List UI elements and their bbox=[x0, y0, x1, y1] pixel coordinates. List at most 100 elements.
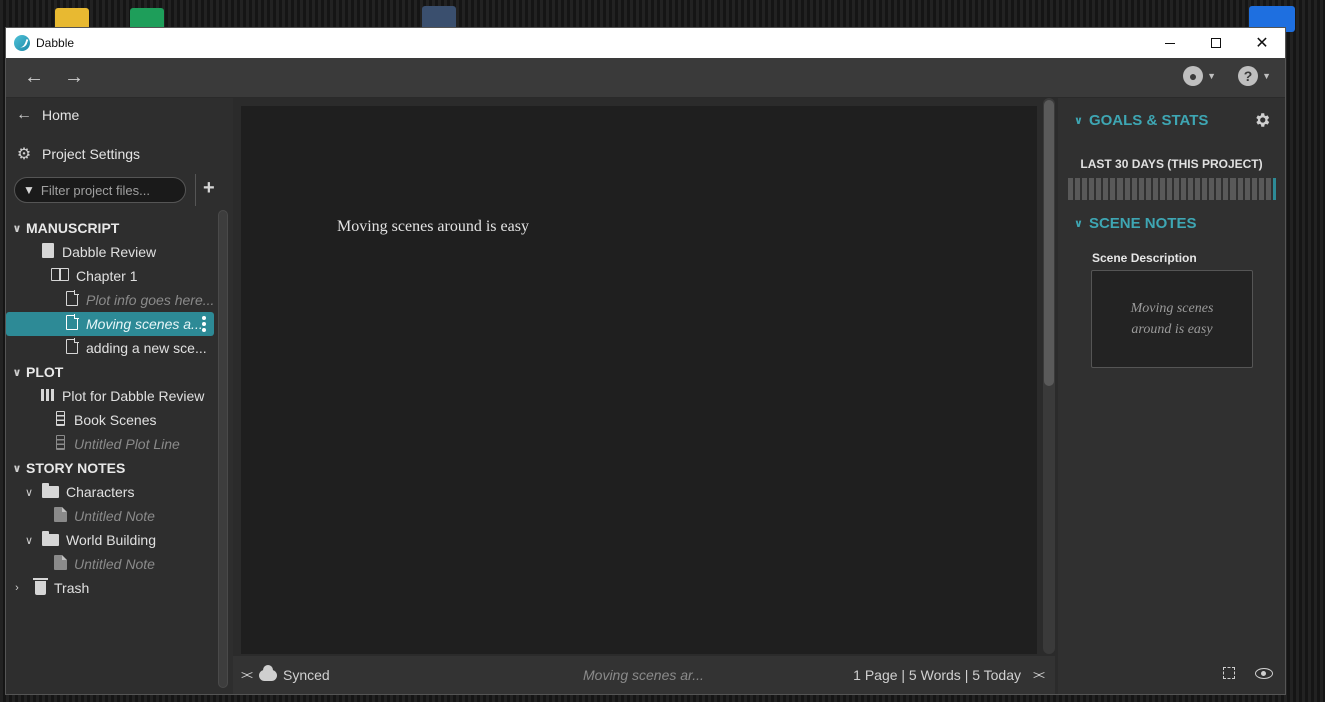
tree-item-scene[interactable]: adding a new sce... bbox=[64, 336, 207, 360]
help-circle-icon: ? bbox=[1238, 66, 1259, 86]
top-toolbar: ← → ● ▼ ? ▼ bbox=[6, 58, 1285, 98]
tree-item-scene-selected[interactable]: Moving scenes a... bbox=[6, 312, 214, 336]
right-panel: ∨ GOALS & STATS LAST 30 DAYS (THIS PROJE… bbox=[1058, 98, 1285, 694]
note-icon bbox=[52, 555, 68, 573]
chevron-right-icon: › bbox=[15, 582, 19, 594]
folder-icon bbox=[40, 530, 60, 549]
tree-item-chapter[interactable]: Chapter 1 bbox=[50, 264, 137, 288]
chevron-down-icon: ∨ bbox=[24, 486, 34, 499]
tree-item-folder[interactable]: ∨ World Building bbox=[22, 528, 156, 552]
home-label: Home bbox=[42, 107, 80, 123]
tree-item-label: Plot for Dabble Review bbox=[62, 388, 205, 404]
home-link[interactable]: ← Home bbox=[16, 106, 79, 124]
document-icon bbox=[64, 290, 80, 309]
preview-button[interactable] bbox=[1255, 666, 1273, 682]
chevron-down-icon: ▼ bbox=[1207, 71, 1217, 81]
scrollbar-thumb[interactable] bbox=[1044, 100, 1054, 386]
scene-notes-header[interactable]: ∨ SCENE NOTES bbox=[1074, 215, 1196, 232]
scene-description-text: Moving scenes around is easy bbox=[1130, 301, 1214, 337]
tree-item-note[interactable]: Untitled Note bbox=[52, 552, 155, 576]
scene-description-field[interactable]: Moving scenes around is easy bbox=[1091, 270, 1253, 368]
minimize-icon bbox=[1165, 42, 1175, 44]
chevron-down-icon: ∨ bbox=[12, 222, 22, 235]
tree-item-plot-line[interactable]: Untitled Plot Line bbox=[52, 432, 180, 456]
help-menu-button[interactable]: ? ▼ bbox=[1238, 66, 1271, 86]
tree-section-manuscript[interactable]: ∨ MANUSCRIPT bbox=[10, 216, 120, 240]
scene-description-label: Scene Description bbox=[1092, 251, 1197, 265]
window-controls: ✕ bbox=[1147, 28, 1285, 58]
editor-scrollbar[interactable] bbox=[1043, 98, 1055, 654]
goals-stats-title: GOALS & STATS bbox=[1088, 112, 1209, 129]
tree-item-book[interactable]: Dabble Review bbox=[40, 240, 156, 264]
tree-item-folder[interactable]: ∨ Characters bbox=[22, 480, 134, 504]
chevron-down-icon: ∨ bbox=[12, 462, 22, 475]
panel-footer bbox=[1223, 666, 1273, 682]
tree-section-plot[interactable]: ∨ PLOT bbox=[10, 360, 64, 384]
status-bar: >< Synced Moving scenes ar... 1 Page | 5… bbox=[233, 656, 1055, 694]
word-stats[interactable]: 1 Page | 5 Words | 5 Today bbox=[853, 667, 1021, 683]
tree-item-label: Untitled Plot Line bbox=[74, 436, 180, 452]
minimize-button[interactable] bbox=[1147, 28, 1193, 58]
chevron-down-icon: ∨ bbox=[1074, 218, 1083, 230]
tree-item-label: Dabble Review bbox=[62, 244, 157, 260]
folder-icon bbox=[40, 482, 60, 501]
arrow-left-icon: ← bbox=[16, 106, 32, 123]
more-options-icon[interactable] bbox=[202, 316, 206, 332]
trash-icon bbox=[32, 577, 48, 598]
goals-settings-button[interactable] bbox=[1253, 111, 1271, 134]
tree-item-label: Untitled Note bbox=[74, 508, 155, 524]
back-button[interactable]: ← bbox=[14, 66, 54, 89]
tree-item-label: Book Scenes bbox=[74, 412, 157, 428]
project-settings-link[interactable]: ⚙ Project Settings bbox=[16, 144, 140, 164]
gear-icon bbox=[1256, 113, 1270, 127]
goals-stats-header[interactable]: ∨ GOALS & STATS bbox=[1074, 112, 1208, 129]
section-label: PLOT bbox=[26, 364, 64, 380]
editor-content[interactable]: Moving scenes around is easy bbox=[337, 218, 529, 236]
goals-subtitle: LAST 30 DAYS (THIS PROJECT) bbox=[1080, 157, 1263, 171]
eye-icon bbox=[1255, 668, 1273, 679]
app-window: Dabble ✕ ← → ● ▼ ? ▼ ← Home ⚙ Project Se… bbox=[6, 28, 1285, 694]
tree-item-label: Trash bbox=[54, 580, 90, 596]
filter-input[interactable] bbox=[40, 182, 181, 198]
document-title: Moving scenes ar... bbox=[583, 667, 704, 683]
tree-section-story-notes[interactable]: ∨ STORY NOTES bbox=[10, 456, 126, 480]
plot-line-icon bbox=[52, 435, 68, 453]
tree-item-plot-line[interactable]: Book Scenes bbox=[52, 408, 157, 432]
section-label: STORY NOTES bbox=[26, 460, 126, 476]
add-file-button[interactable]: + bbox=[203, 177, 215, 200]
collapse-sidebar-button[interactable]: >< bbox=[233, 668, 259, 682]
dabble-logo-icon bbox=[14, 35, 30, 51]
chevron-down-icon: ∨ bbox=[1074, 115, 1083, 127]
tree-item-label: Plot info goes here... bbox=[86, 292, 215, 308]
chevron-down-icon: ∨ bbox=[24, 534, 34, 547]
close-button[interactable]: ✕ bbox=[1239, 28, 1285, 58]
window-title: Dabble bbox=[36, 36, 75, 50]
divider bbox=[195, 174, 196, 206]
document-icon bbox=[64, 314, 80, 333]
tree-item-plot-board[interactable]: Plot for Dabble Review bbox=[40, 384, 204, 408]
editor-area: Moving scenes around is easy >< Synced M… bbox=[233, 98, 1058, 694]
sidebar-scrollbar[interactable] bbox=[218, 210, 228, 688]
daily-words-chart bbox=[1068, 178, 1276, 200]
tree-item-label: adding a new sce... bbox=[86, 340, 207, 356]
forward-button[interactable]: → bbox=[54, 66, 94, 89]
sync-status: Synced bbox=[283, 667, 330, 683]
editor-page[interactable]: Moving scenes around is easy bbox=[241, 106, 1037, 654]
tree-item-label: Characters bbox=[66, 484, 135, 500]
plot-line-icon bbox=[52, 411, 68, 429]
filter-icon: ▼ bbox=[23, 183, 35, 197]
maximize-button[interactable] bbox=[1193, 28, 1239, 58]
account-circle-icon: ● bbox=[1183, 66, 1204, 86]
tree-item-trash[interactable]: › Trash bbox=[10, 576, 89, 600]
tree-item-note[interactable]: Untitled Note bbox=[52, 504, 155, 528]
document-icon bbox=[64, 338, 80, 357]
plot-board-icon bbox=[40, 388, 56, 404]
close-icon: ✕ bbox=[1255, 35, 1269, 52]
open-book-icon bbox=[50, 268, 70, 284]
collapse-panel-button[interactable]: >< bbox=[1025, 668, 1051, 682]
fullscreen-button[interactable] bbox=[1223, 666, 1235, 682]
tree-item-scene[interactable]: Plot info goes here... bbox=[64, 288, 214, 312]
book-icon bbox=[40, 243, 56, 261]
account-menu-button[interactable]: ● ▼ bbox=[1183, 66, 1216, 86]
tree-item-label: Chapter 1 bbox=[76, 268, 138, 284]
